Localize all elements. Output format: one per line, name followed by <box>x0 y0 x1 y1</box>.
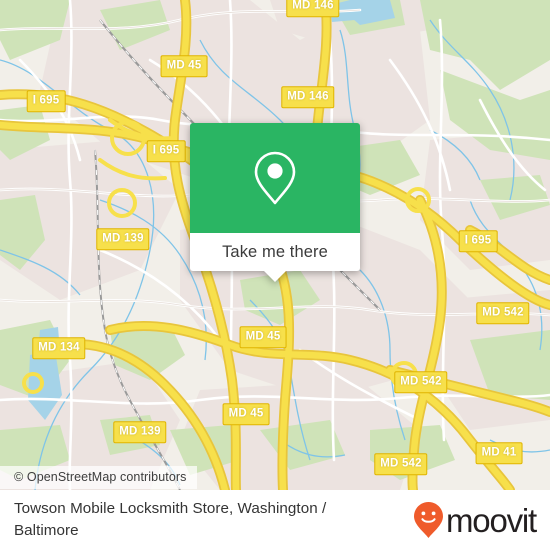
place-callout-card[interactable]: Take me there <box>190 123 360 282</box>
map-attribution[interactable]: © OpenStreetMap contributors <box>0 466 197 489</box>
moovit-smiley-pin-icon <box>414 502 443 538</box>
road-shield[interactable]: MD 45 <box>239 326 287 348</box>
take-me-there-label: Take me there <box>222 242 328 261</box>
road-shield[interactable]: I 695 <box>26 90 66 112</box>
place-title: Towson Mobile Locksmith Store, Washingto… <box>14 500 327 539</box>
moovit-logo[interactable]: moovit <box>412 500 537 540</box>
callout-icon-area <box>190 123 360 233</box>
callout-action-area[interactable]: Take me there <box>190 233 360 282</box>
map-canvas[interactable]: MD 146 MD 45 MD 146 I 695 I 695 MD 139 I… <box>0 0 550 490</box>
road-shield[interactable]: MD 146 <box>286 0 340 17</box>
road-shield[interactable]: I 695 <box>458 230 498 252</box>
road-shield[interactable]: MD 45 <box>160 55 208 77</box>
map-pin-icon <box>254 151 296 205</box>
moovit-wordmark: moovit <box>446 501 537 539</box>
road-shield[interactable]: MD 45 <box>222 403 270 425</box>
road-shield[interactable]: MD 139 <box>96 228 150 250</box>
road-shield[interactable]: I 695 <box>146 140 186 162</box>
road-shield[interactable]: MD 41 <box>475 442 523 464</box>
callout-pointer-tail <box>264 271 286 282</box>
road-shield[interactable]: MD 542 <box>476 302 530 324</box>
road-shield[interactable]: MD 542 <box>394 371 448 393</box>
road-shield[interactable]: MD 139 <box>113 421 167 443</box>
moovit-place-map-screen: MD 146 MD 45 MD 146 I 695 I 695 MD 139 I… <box>0 0 550 550</box>
road-shield[interactable]: MD 542 <box>374 453 428 475</box>
road-shield[interactable]: MD 134 <box>32 337 86 359</box>
bottom-info-bar: Towson Mobile Locksmith Store, Washingto… <box>0 490 550 550</box>
road-shield[interactable]: MD 146 <box>281 86 335 108</box>
